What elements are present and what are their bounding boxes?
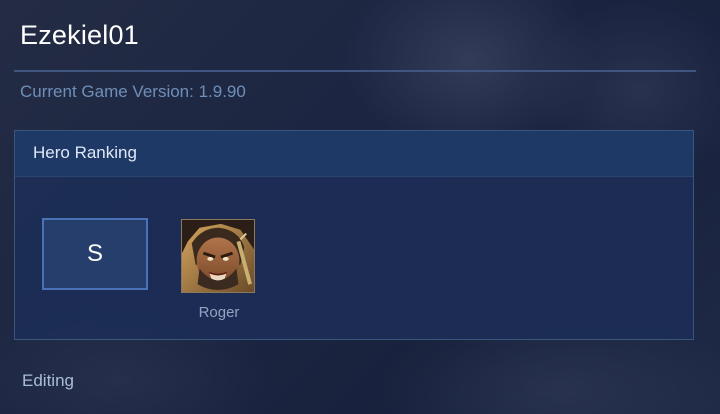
hero-ranking-panel: Hero Ranking S Roger [14,130,694,340]
player-name: Ezekiel01 [20,20,139,50]
title-divider [14,70,696,72]
editing-label[interactable]: Editing [22,371,74,391]
hero-card-roger[interactable]: Roger [181,219,257,321]
roger-portrait-icon [181,219,255,293]
game-version-text: Current Game Version: 1.9.90 [20,82,246,101]
rank-tier-s-box[interactable]: S [42,218,148,290]
hero-name-label: Roger [198,304,240,321]
hero-ranking-header: Hero Ranking [15,131,693,177]
